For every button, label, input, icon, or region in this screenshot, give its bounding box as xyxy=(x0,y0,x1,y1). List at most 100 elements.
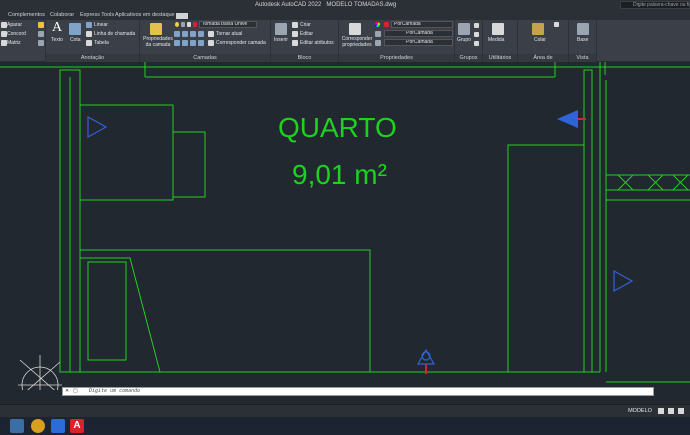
copy-icon[interactable] xyxy=(38,31,44,37)
tab-complementos[interactable]: Complementos xyxy=(6,11,47,20)
match-properties-button[interactable]: Corresponder propriedades xyxy=(341,36,373,48)
tab-colaborar[interactable]: Colaborar xyxy=(48,11,76,20)
layer-tool-icon[interactable] xyxy=(174,40,180,46)
drawing-canvas[interactable]: QUARTO 9,01 m² xyxy=(0,62,690,390)
fillet-button[interactable]: Concord xyxy=(7,31,26,38)
tab-express-tools[interactable]: Express Tools xyxy=(78,11,116,20)
leader-button[interactable]: Linha de chamada xyxy=(94,31,135,38)
linear-button[interactable]: Linear xyxy=(94,22,108,29)
view-panel-label[interactable]: Vista xyxy=(569,54,596,62)
create-button[interactable]: Criar xyxy=(300,22,311,29)
block-panel-label[interactable]: Bloco xyxy=(271,54,338,62)
group-tool-icon[interactable] xyxy=(474,32,479,37)
autocad-icon[interactable]: A xyxy=(70,419,84,433)
panel-view: Base Vista xyxy=(569,20,597,62)
file-explorer-icon[interactable] xyxy=(10,419,24,433)
dimension-icon xyxy=(69,23,81,35)
command-input[interactable]: Digite um comando xyxy=(89,388,140,395)
desk xyxy=(79,104,174,201)
lock-icon xyxy=(187,22,191,27)
layer-tool-icon[interactable] xyxy=(182,31,188,37)
color-select[interactable]: PorCamada xyxy=(391,21,453,28)
room-name-label: QUARTO xyxy=(278,112,397,143)
status-bar: MODELO xyxy=(0,404,690,417)
office-icon[interactable] xyxy=(51,419,65,433)
group-icon xyxy=(458,23,470,35)
scale-icon[interactable] xyxy=(38,40,44,46)
paste-button[interactable]: Colar xyxy=(534,37,546,44)
match-layer-button[interactable]: Corresponder camada xyxy=(216,40,266,47)
array-button[interactable]: Matriz xyxy=(7,40,21,47)
workspace-toggle-icon[interactable] xyxy=(176,13,188,19)
model-tab[interactable]: MODELO xyxy=(626,407,654,415)
color-swatch-icon xyxy=(384,22,389,27)
layer-properties-button[interactable]: Propriedades da camada xyxy=(143,36,173,48)
layer-tool-icon[interactable] xyxy=(182,40,188,46)
lightbulb-icon xyxy=(175,22,179,27)
outlet-marker xyxy=(87,115,108,139)
make-current-icon xyxy=(208,31,214,37)
layer-tool-icon[interactable] xyxy=(198,40,204,46)
lineweight-icon xyxy=(375,40,381,46)
insert-icon xyxy=(275,23,287,35)
group-button[interactable]: Grupo xyxy=(457,37,471,44)
panel-block: Inserir Criar Editar Editar atributos Bl… xyxy=(271,20,339,62)
nightstand xyxy=(87,261,127,361)
properties-panel-label[interactable]: Propriedades xyxy=(339,54,454,62)
edit-block-button[interactable]: Editar xyxy=(300,31,313,38)
layer-select[interactable]: Tomada baixa Unive xyxy=(199,21,257,28)
edit-icon[interactable] xyxy=(38,22,44,28)
outlet-marker xyxy=(613,269,634,293)
layer-tool-icon[interactable] xyxy=(190,31,196,37)
lineweight-select[interactable]: PorCamada xyxy=(384,39,453,46)
ucs-line xyxy=(27,361,61,390)
measure-icon xyxy=(492,23,504,35)
layer-tool-icon[interactable] xyxy=(198,31,204,37)
panel-modify: Aparar Concord Matriz xyxy=(0,20,46,62)
outlet-marker-selected xyxy=(557,110,578,128)
ribbon: Aparar Concord Matriz A Texto Cota Linea… xyxy=(0,20,690,69)
layer-tool-icon[interactable] xyxy=(174,31,180,37)
groups-panel-label[interactable]: Grupos xyxy=(455,54,482,62)
layers-panel-label[interactable]: Camadas xyxy=(140,54,270,62)
copy-clip-icon[interactable] xyxy=(554,22,559,27)
table-button[interactable]: Tabela xyxy=(94,40,109,47)
status-tool-icon[interactable] xyxy=(678,408,684,414)
match-layer-icon xyxy=(208,40,214,46)
create-icon xyxy=(292,22,298,28)
clipboard-panel-label[interactable]: Área de transferência xyxy=(518,54,568,69)
trim-button[interactable]: Aparar xyxy=(7,22,22,29)
base-view-icon xyxy=(577,23,589,35)
text-icon: A xyxy=(52,20,63,35)
snap-icon[interactable] xyxy=(668,408,674,414)
command-settings-icon[interactable]: ▢ xyxy=(73,388,78,395)
linetype-icon xyxy=(375,31,381,37)
linetype-select[interactable]: PorCamada xyxy=(384,30,453,37)
utilities-panel-label[interactable]: Utilitários xyxy=(483,54,517,62)
annotation-panel-label[interactable]: Anotação xyxy=(46,54,139,62)
grid-icon[interactable] xyxy=(658,408,664,414)
chrome-icon[interactable] xyxy=(31,419,45,433)
panel-groups: Grupo Grupos xyxy=(455,20,483,62)
text-button[interactable]: Texto xyxy=(51,37,63,44)
chair xyxy=(172,131,206,198)
table-icon xyxy=(86,40,92,46)
dimension-button[interactable]: Cota xyxy=(70,37,81,44)
color-wheel-icon xyxy=(375,22,380,27)
panel-clipboard: Colar Área de transferência xyxy=(518,20,569,69)
measure-button[interactable]: Medida xyxy=(488,37,504,44)
group-tool-icon[interactable] xyxy=(474,41,479,46)
insert-button[interactable]: Inserir xyxy=(274,37,288,44)
ribbon-tabs: Complementos Colaborar Express Tools Apl… xyxy=(0,10,690,20)
layer-tool-icon[interactable] xyxy=(190,40,196,46)
make-current-button[interactable]: Tornar atual xyxy=(216,31,242,38)
tab-aplicativos[interactable]: Aplicativos em destaque xyxy=(113,11,177,20)
panel-utilities: Medida Utilitários xyxy=(483,20,518,62)
command-line[interactable]: ✕ ▢ Digite um comando xyxy=(62,387,654,396)
edit-attributes-button[interactable]: Editar atributos xyxy=(300,40,334,47)
layer-properties-icon xyxy=(150,23,162,35)
base-view-button[interactable]: Base xyxy=(577,37,588,44)
group-tool-icon[interactable] xyxy=(474,23,479,28)
search-input[interactable]: Digite palavra-chave ou frase xyxy=(620,1,690,9)
close-icon[interactable]: ✕ xyxy=(65,388,69,395)
